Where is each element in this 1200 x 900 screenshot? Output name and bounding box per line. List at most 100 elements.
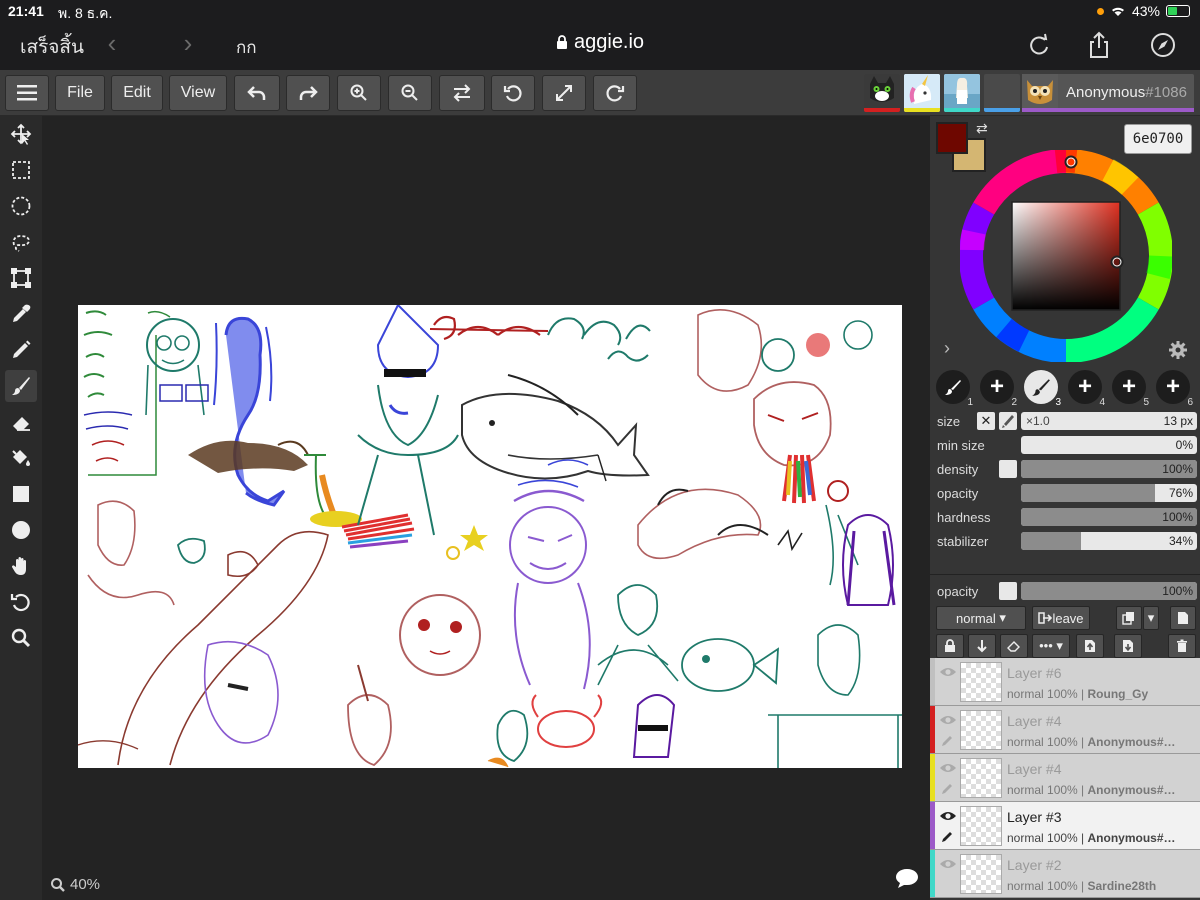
layer-row-active[interactable]: Layer #3 normal 100% | Anonymous#… — [930, 802, 1200, 850]
eye-icon[interactable] — [939, 810, 957, 822]
min-size-slider[interactable]: 0% — [1021, 436, 1197, 454]
size-pressure-off-icon[interactable]: ✕ — [977, 412, 995, 430]
collaborator-avatar[interactable] — [864, 74, 900, 112]
gear-icon[interactable] — [1168, 340, 1188, 360]
text-size-button[interactable]: กก — [236, 34, 257, 61]
back-icon[interactable]: ‹ — [100, 30, 124, 58]
expand-panel-icon[interactable]: › — [944, 338, 950, 359]
rotate-right-button[interactable] — [593, 75, 637, 111]
ellipse-select-tool[interactable] — [5, 190, 37, 222]
eye-icon[interactable] — [939, 714, 957, 726]
mic-indicator-icon — [1096, 7, 1104, 15]
edit-menu-button[interactable]: Edit — [111, 75, 163, 111]
eyedropper-tool[interactable] — [5, 298, 37, 330]
drawing-canvas[interactable] — [78, 305, 902, 768]
swap-colors-icon[interactable]: ⇄ — [976, 120, 988, 137]
hand-tool[interactable] — [5, 550, 37, 582]
eraser-tool[interactable] — [5, 406, 37, 438]
fill-tool[interactable] — [5, 442, 37, 474]
address-bar[interactable]: aggie.io — [556, 31, 644, 54]
brush-presets: 1 +2 3 +4 +5 +6 — [936, 368, 1198, 408]
reload-icon[interactable] — [1024, 30, 1054, 60]
brush-tool[interactable] — [5, 370, 37, 402]
more-options-button[interactable]: ••• ▾ — [1032, 634, 1070, 658]
layer-opacity-slider[interactable]: 100% — [1021, 582, 1197, 600]
undo-button[interactable] — [234, 75, 280, 111]
collaborator-avatar[interactable] — [904, 74, 940, 112]
flip-button[interactable] — [439, 75, 485, 111]
zoom-tool[interactable] — [5, 622, 37, 654]
size-pressure-toggle[interactable] — [999, 412, 1017, 430]
duplicate-options-button[interactable]: ▾ — [1143, 606, 1159, 630]
eye-icon[interactable] — [939, 858, 957, 870]
chat-icon[interactable] — [894, 866, 920, 890]
menu-button[interactable] — [5, 75, 49, 111]
layer-meta: normal 100% | Sardine28th — [1007, 879, 1157, 893]
layer-row[interactable]: Layer #6 normal 100% | Roung_Gy — [930, 658, 1200, 706]
layer-row[interactable]: Layer #4 normal 100% | Anonymous#… — [930, 706, 1200, 754]
redo-button[interactable] — [286, 75, 330, 111]
density-row: density 100% — [937, 460, 1197, 480]
collaborator-avatar[interactable] — [984, 74, 1020, 112]
file-menu-button[interactable]: File — [55, 75, 105, 111]
rotate-left-button[interactable] — [491, 75, 535, 111]
opacity-slider[interactable]: 76% — [1021, 484, 1197, 502]
zoom-indicator[interactable]: 40% — [50, 876, 100, 893]
eye-icon[interactable] — [939, 762, 957, 774]
compass-icon[interactable] — [1148, 30, 1178, 60]
brush-icon — [1032, 379, 1050, 396]
brush-preset-6[interactable]: +6 — [1156, 370, 1193, 408]
wifi-icon — [1111, 7, 1124, 16]
hardness-slider[interactable]: 100% — [1021, 508, 1197, 526]
blend-mode-select[interactable]: normal ▾ — [936, 606, 1026, 630]
density-slider[interactable]: 100% — [1021, 460, 1197, 478]
browser-bar: เสร็จสิ้น ‹ › กก aggie.io — [0, 22, 1200, 70]
pencil-tool[interactable] — [5, 334, 37, 366]
ellipse-tool[interactable] — [5, 514, 37, 546]
current-user-chip[interactable]: Anonymous#1086 — [1022, 74, 1194, 112]
density-checkbox[interactable] — [999, 460, 1017, 478]
view-menu-button[interactable]: View — [169, 75, 227, 111]
layer-meta: normal 100% | Anonymous#… — [1007, 735, 1176, 749]
brush-preset-3[interactable]: 3 — [1024, 370, 1061, 408]
rect-select-tool[interactable] — [5, 154, 37, 186]
layer-meta: normal 100% | Anonymous#… — [1007, 831, 1176, 845]
layer-row[interactable]: Layer #2 normal 100% | Sardine28th — [930, 850, 1200, 898]
zoom-out-button[interactable] — [388, 75, 432, 111]
lock-layer-button[interactable] — [936, 634, 964, 658]
transform-tool[interactable] — [5, 262, 37, 294]
leave-button[interactable]: leave — [1032, 606, 1090, 630]
brush-preset-5[interactable]: +5 — [1112, 370, 1149, 408]
forward-icon[interactable]: › — [176, 30, 200, 58]
brush-preset-2[interactable]: +2 — [980, 370, 1017, 408]
rotate-view-tool[interactable] — [5, 586, 37, 618]
pen-pressure-icon — [1002, 415, 1014, 428]
pencil-icon — [13, 340, 31, 358]
fit-screen-button[interactable] — [542, 75, 586, 111]
layer-meta: normal 100% | Roung_Gy — [1007, 687, 1149, 701]
stabilizer-slider[interactable]: 34% — [1021, 532, 1197, 550]
clear-layer-button[interactable] — [1000, 634, 1028, 658]
layer-opacity-checkbox[interactable] — [999, 582, 1017, 600]
new-layer-button[interactable] — [1170, 606, 1196, 630]
canvas-area[interactable]: 40% — [42, 116, 930, 900]
duplicate-layer-button[interactable] — [1116, 606, 1142, 630]
move-tool[interactable] — [5, 118, 37, 150]
export-layer-button[interactable] — [1114, 634, 1142, 658]
rectangle-tool[interactable] — [5, 478, 37, 510]
merge-down-button[interactable] — [968, 634, 996, 658]
import-layer-button[interactable] — [1076, 634, 1104, 658]
eye-icon[interactable] — [939, 666, 957, 678]
layer-row[interactable]: Layer #4 normal 100% | Anonymous#… — [930, 754, 1200, 802]
lasso-tool[interactable] — [5, 226, 37, 258]
brush-preset-4[interactable]: +4 — [1068, 370, 1105, 408]
color-wheel[interactable] — [960, 150, 1172, 362]
done-button[interactable]: เสร็จสิ้น — [20, 32, 84, 62]
brush-preset-1[interactable]: 1 — [936, 370, 973, 408]
delete-layer-button[interactable] — [1168, 634, 1196, 658]
size-slider[interactable]: ×1.0 13 px — [1021, 412, 1197, 430]
share-icon[interactable] — [1084, 30, 1114, 60]
collaborator-avatar[interactable] — [944, 74, 980, 112]
zoom-in-button[interactable] — [337, 75, 381, 111]
layer-thumbnail — [960, 806, 1002, 846]
